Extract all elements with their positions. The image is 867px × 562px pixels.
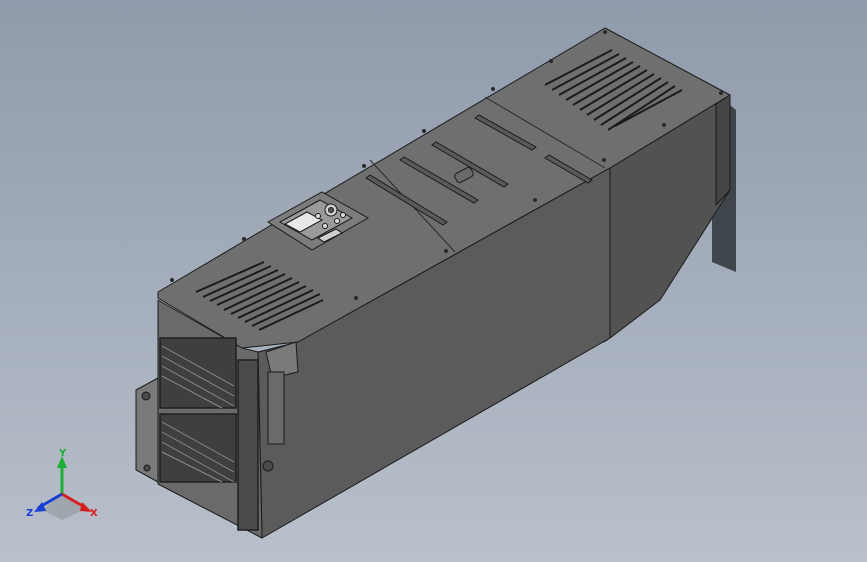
z-axis-label: Z (26, 508, 33, 519)
pillar-rail (267, 371, 285, 445)
y-axis-label: Y (58, 448, 67, 459)
3d-viewport[interactable] (0, 0, 867, 562)
x-axis-label: X (90, 508, 98, 519)
triad-base (42, 494, 84, 520)
view-orientation-triad[interactable]: Y X Z (22, 448, 106, 528)
